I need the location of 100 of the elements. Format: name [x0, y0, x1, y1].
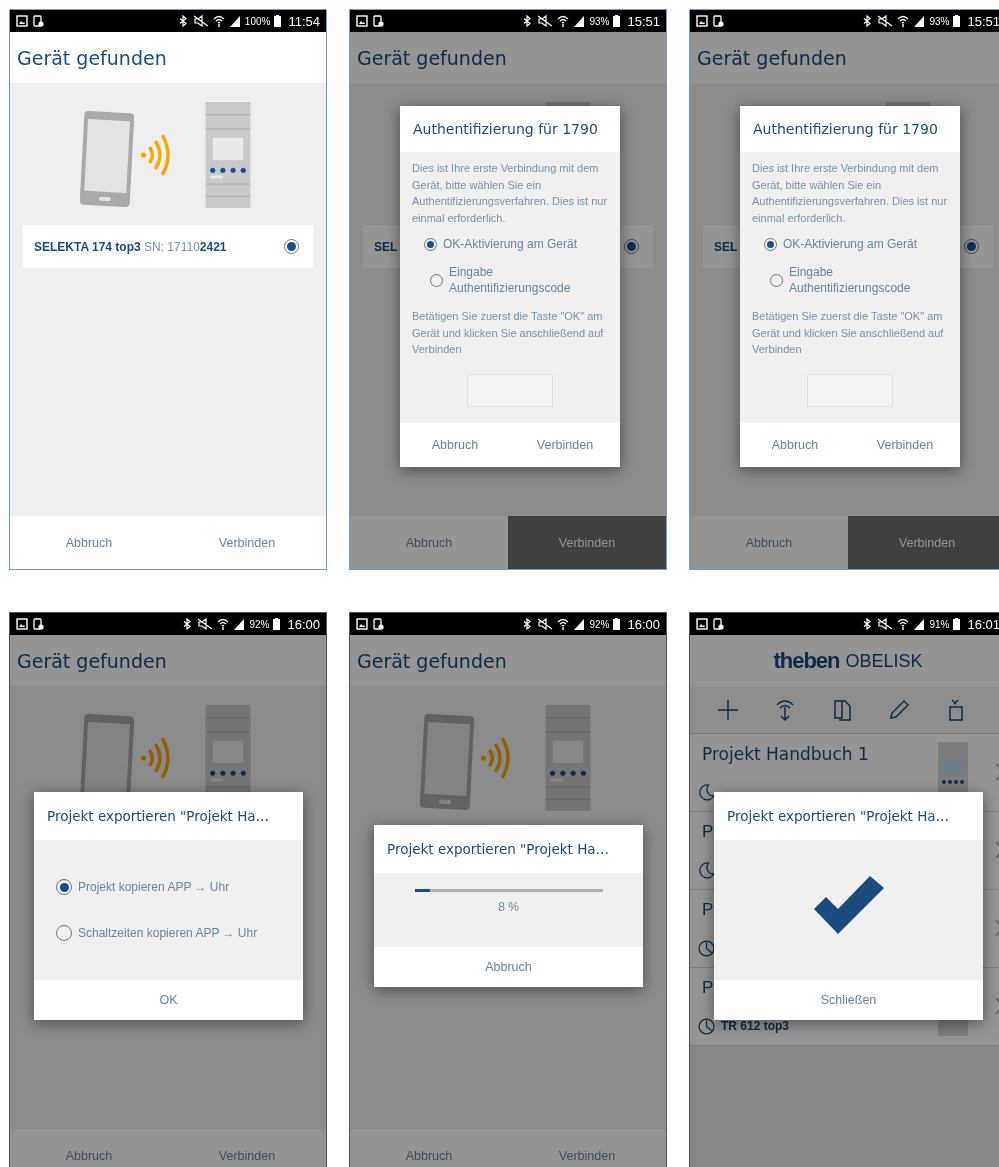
battery-level: 92%	[589, 618, 610, 630]
battery-level: 91%	[929, 618, 950, 630]
battery-icon	[953, 15, 961, 27]
signal-icon	[573, 618, 586, 630]
project-title: P	[702, 900, 715, 920]
signal-icon	[913, 618, 926, 630]
project-title: P	[702, 978, 715, 998]
device-label: SEL	[714, 239, 738, 254]
bluetooth-icon	[181, 618, 194, 630]
cancel-button[interactable]: Abbruch	[10, 1129, 168, 1167]
dialog-button[interactable]: Verbinden	[510, 422, 620, 467]
bluetooth-icon	[861, 15, 874, 27]
battery-level: 92%	[249, 618, 270, 630]
phone-clock-icon	[712, 618, 724, 630]
mute-icon	[192, 15, 209, 27]
image-icon	[696, 15, 708, 27]
option-label: Eingabe Authentifizierungscode	[449, 264, 572, 296]
signal-icon	[233, 618, 246, 630]
battery-icon	[613, 618, 621, 630]
plus-icon[interactable]	[716, 698, 740, 722]
option-label: OK-Aktivierung am Gerät	[783, 236, 918, 252]
connect-button[interactable]: Verbinden	[508, 1129, 666, 1167]
device-row[interactable]: SELEKTA 174 top3 SN: 171102421	[23, 225, 313, 268]
option-label: Schaltzeiten kopieren APP → Uhr	[78, 925, 258, 941]
option-label: Projekt kopieren APP → Uhr	[78, 879, 230, 895]
connect-button[interactable]: Verbinden	[168, 1129, 326, 1167]
battery-icon	[273, 618, 281, 630]
screen-title: Gerät gefunden	[357, 46, 507, 69]
mute-icon	[537, 15, 554, 27]
option-label: OK-Aktivierung am Gerät	[443, 236, 578, 252]
clock-time: 16:00	[627, 616, 660, 632]
wifi-icon	[897, 15, 910, 27]
device-model: TR 612 top3	[721, 1019, 789, 1033]
signal-icon	[913, 15, 926, 27]
pencil-icon[interactable]	[887, 698, 911, 722]
dialog-title: Projekt exportieren "Projekt Ha…	[726, 807, 951, 826]
dialog-button[interactable]: Abbruch	[374, 947, 643, 987]
wifi-icon	[217, 618, 230, 630]
project-title: P	[702, 822, 715, 842]
battery-level: 93%	[589, 15, 610, 27]
dialog-text: Dies ist Ihre erste Verbindung mit dem Gerät, bitte wählen Sie ein Authentifizierungsverfahren. Dies ist nur einmal erforderlich.	[412, 161, 608, 226]
image-icon	[356, 618, 368, 630]
dialog-title: Projekt exportieren "Projekt Ha…	[386, 840, 611, 859]
dialog-button[interactable]: Abbruch	[400, 422, 510, 467]
clock-time: 15:51	[967, 13, 999, 29]
screen-title: Gerät gefunden	[17, 46, 167, 69]
dialog-title: Authentifizierung für 1790	[412, 120, 599, 139]
device-label: SEL	[374, 239, 398, 254]
clock-time: 16:00	[287, 616, 320, 632]
dialog-text: Betätigen Sie zuerst die Taste "OK" am Gerät und klicken Sie anschließend auf Verbinden	[752, 309, 945, 357]
mute-icon	[537, 618, 554, 630]
cancel-button[interactable]: Abbruch	[350, 1129, 508, 1167]
option-label: Eingabe Authentifizierungscode	[789, 264, 912, 296]
bluetooth-icon	[861, 618, 874, 630]
cancel-button[interactable]: Abbruch	[350, 516, 508, 569]
mute-icon	[877, 15, 894, 27]
wifi-icon	[212, 15, 225, 27]
clock-icon	[698, 1017, 715, 1035]
mute-icon	[197, 618, 214, 630]
battery-level: 93%	[929, 15, 950, 27]
moon-icon	[698, 861, 715, 879]
product-name: OBELISK	[845, 650, 923, 672]
logo-wordmark: theben	[773, 648, 840, 674]
cancel-button[interactable]: Abbruch	[690, 516, 848, 569]
clock-time: 15:51	[627, 13, 660, 29]
battery-icon	[953, 618, 961, 630]
battery-icon	[613, 15, 621, 27]
dialog-text: Betätigen Sie zuerst die Taste "OK" am Gerät und klicken Sie anschließend auf Verbinden	[412, 309, 605, 357]
bluetooth-icon	[521, 618, 534, 630]
phone-clock-icon	[32, 15, 44, 27]
screen-title: Gerät gefunden	[697, 46, 847, 69]
wifi-icon	[557, 15, 570, 27]
dialog-text: Dies ist Ihre erste Verbindung mit dem Gerät, bitte wählen Sie ein Authentifizierungsverfahren. Dies ist nur einmal erforderlich.	[752, 161, 948, 226]
bluetooth-icon	[521, 15, 534, 27]
clock-time: 16:01	[967, 616, 999, 632]
image-icon	[16, 618, 28, 630]
battery-icon	[274, 15, 282, 27]
clock-icon	[698, 939, 715, 957]
image-icon	[16, 15, 28, 27]
project-title: Projekt Handbuch 1	[702, 744, 870, 764]
device-label: SELEKTA 174 top3 SN: 171102421	[34, 239, 227, 254]
dialog-button[interactable]: Verbinden	[850, 422, 960, 467]
phone-clock-icon	[32, 618, 44, 630]
image-icon	[696, 618, 708, 630]
signal-icon	[573, 15, 586, 27]
dialog-title: Authentifizierung für 1790	[752, 120, 939, 139]
screen-title: Gerät gefunden	[17, 649, 167, 672]
dialog-button[interactable]: Abbruch	[740, 422, 850, 467]
phone-clock-icon	[712, 15, 724, 27]
clock-time: 11:54	[288, 13, 320, 29]
image-icon	[356, 15, 368, 27]
dialog-button[interactable]: Schließen	[714, 980, 983, 1020]
wifi-icon	[557, 618, 570, 630]
mute-icon	[877, 618, 894, 630]
dialog-button[interactable]: OK	[34, 980, 303, 1020]
moon-icon	[698, 783, 715, 801]
checkmark-icon	[813, 876, 884, 936]
screen-title: Gerät gefunden	[357, 649, 507, 672]
signal-icon	[228, 15, 241, 27]
wifi-icon	[897, 618, 910, 630]
